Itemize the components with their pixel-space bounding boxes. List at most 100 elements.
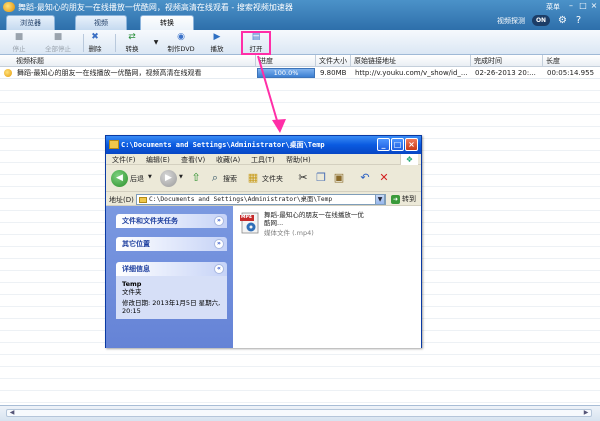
stop-icon: ■ [14, 32, 24, 42]
app-titlebar: 舞蹈-最知心的朋友一在线播放一优酷网，视频高清在线观看 - 搜索视频加速器 菜单… [0, 0, 600, 31]
forward-dropdown-icon[interactable]: ▼ [179, 174, 183, 180]
cut-icon[interactable]: ✂ [296, 171, 310, 185]
go-button[interactable]: ➜ 转到 [391, 194, 416, 205]
folders-button-label[interactable]: 文件夹 [262, 174, 283, 184]
search-button-label[interactable]: 搜索 [223, 174, 237, 184]
panel-tasks-title: 文件和文件夹任务 [122, 217, 178, 225]
search-icon[interactable]: ⌕ [208, 171, 222, 185]
maximize-icon[interactable]: □ [578, 1, 588, 10]
tab-browser-label: 浏览器 [20, 19, 41, 27]
menu-view[interactable]: 查看(V) [181, 155, 205, 165]
dvd-icon: ◉ [177, 32, 185, 42]
close-icon[interactable]: × [589, 1, 599, 10]
collapse-chevron-icon[interactable]: » [214, 216, 224, 226]
play-button[interactable]: ▶ 播放 [199, 32, 235, 54]
convert-dropdown[interactable]: ▼ [150, 32, 160, 54]
explorer-maximize-icon[interactable]: □ [391, 138, 404, 151]
address-input[interactable]: C:\Documents and Settings\Administrator\… [136, 194, 386, 205]
table-header: 视频标题 进度 文件大小 原始链接地址 完成时间 长度 [0, 55, 600, 67]
address-folder-icon [139, 197, 147, 203]
file-name: 舞蹈-最知心的朋友一在线播放一优酷网... [264, 211, 364, 227]
tab-convert-label: 转换 [160, 19, 174, 27]
explorer-close-icon[interactable]: × [405, 138, 418, 151]
column-finished[interactable]: 完成时间 [471, 55, 543, 67]
paste-icon[interactable]: ▣ [332, 171, 346, 185]
menu-favorites[interactable]: 收藏(A) [216, 155, 240, 165]
panel-details: 详细信息 « Temp 文件夹 修改日期: 2013年1月5日 星期六, 20:… [116, 262, 227, 319]
task-pane: 文件和文件夹任务 » 其它位置 » 详细信息 « Temp 文件夹 修改日期: … [106, 206, 233, 348]
app-logo-icon [3, 2, 15, 12]
copy-icon[interactable]: ❐ [314, 171, 328, 185]
play-icon: ▶ [213, 32, 221, 42]
panel-details-header[interactable]: 详细信息 « [116, 262, 227, 276]
cell-finished: 02-26-2013 20:... [475, 69, 536, 77]
help-icon[interactable]: ? [573, 15, 584, 26]
stop-button[interactable]: ■ 停止 [1, 32, 37, 54]
column-size[interactable]: 文件大小 [316, 55, 351, 67]
explorer-minimize-icon[interactable]: _ [377, 138, 390, 151]
app-title: 舞蹈-最知心的朋友一在线播放一优酷网，视频高清在线观看 - 搜索视频加速器 [18, 3, 293, 12]
gear-icon[interactable]: ⚙ [557, 15, 568, 26]
delete-icon: ✖ [91, 32, 99, 42]
stop-all-button[interactable]: ■ 全部停止 [37, 32, 79, 54]
address-bar: 地址(D) C:\Documents and Settings\Administ… [106, 192, 421, 206]
go-arrow-icon: ➜ [391, 194, 400, 204]
explorer-title: C:\Documents and Settings\Administrator\… [121, 141, 325, 149]
menu-help[interactable]: 帮助(H) [286, 155, 311, 165]
panel-tasks: 文件和文件夹任务 » [116, 214, 227, 228]
open-button-highlight [241, 31, 271, 55]
column-length[interactable]: 长度 [543, 55, 600, 67]
panel-details-title: 详细信息 [122, 265, 150, 273]
scroll-right-icon[interactable]: ▶ [582, 410, 590, 416]
explorer-window: C:\Documents and Settings\Administrator\… [105, 135, 422, 348]
tab-browser[interactable]: 浏览器 [6, 15, 55, 30]
column-title[interactable]: 视频标题 [0, 55, 256, 67]
panel-details-body: Temp 文件夹 修改日期: 2013年1月5日 星期六, 20:15 [116, 276, 227, 319]
back-button-label[interactable]: 后退 [130, 174, 144, 184]
video-detect-label: 视频探测 [497, 17, 525, 25]
stop-all-icon: ■ [53, 32, 63, 42]
video-detect-toggle[interactable]: ON [532, 15, 550, 26]
back-arrow-icon[interactable]: ◀ [111, 170, 128, 187]
forward-arrow-icon[interactable]: ▶ [160, 170, 177, 187]
panel-tasks-header[interactable]: 文件和文件夹任务 » [116, 214, 227, 228]
delete-button[interactable]: ✖ 删除 [77, 32, 113, 54]
panel-places: 其它位置 » [116, 237, 227, 251]
progress-text: 100.0% [273, 69, 299, 77]
menu-file[interactable]: 文件(F) [112, 155, 136, 165]
delete-x-icon[interactable]: ✕ [377, 171, 391, 185]
minimize-icon[interactable]: – [566, 1, 576, 10]
explorer-toolbar: ◀ 后退 ▼ ▶ ▼ ⇧ ⌕ 搜索 ▦ 文件夹 ✂ ❐ ▣ ↶ ✕ [106, 165, 421, 192]
folders-icon[interactable]: ▦ [246, 171, 260, 185]
tab-video[interactable]: 视频 [75, 15, 127, 30]
expand-chevron-icon[interactable]: » [214, 239, 224, 249]
menu-edit[interactable]: 编辑(E) [146, 155, 170, 165]
back-dropdown-icon[interactable]: ▼ [148, 174, 152, 180]
scroll-left-icon[interactable]: ◀ [8, 410, 16, 416]
address-label: 地址(D) [109, 196, 134, 204]
column-progress[interactable]: 进度 [256, 55, 316, 67]
up-folder-icon[interactable]: ⇧ [189, 171, 203, 185]
column-url[interactable]: 原始链接地址 [351, 55, 471, 67]
panel-places-header[interactable]: 其它位置 » [116, 237, 227, 251]
undo-icon[interactable]: ↶ [358, 171, 372, 185]
convert-icon: ⇄ [128, 32, 136, 42]
cell-length: 00:05:14.955 [547, 69, 595, 77]
chevron-down-icon: ▼ [153, 39, 159, 46]
make-dvd-button[interactable]: ◉ 制作DVD [163, 32, 199, 54]
cell-size: 9.80MB [320, 69, 347, 77]
stop-label: 停止 [12, 45, 26, 53]
menu-tools[interactable]: 工具(T) [251, 155, 275, 165]
horizontal-scrollbar[interactable]: ◀ ▶ [6, 409, 592, 417]
main-menu-button[interactable]: 菜单 [546, 2, 560, 12]
make-dvd-label: 制作DVD [167, 45, 195, 53]
cell-title: 舞蹈-最知心的朋友一在线播放一优酷网，视频高清在线观看 [17, 69, 202, 77]
detail-name: Temp [122, 280, 142, 288]
stop-all-label: 全部停止 [45, 45, 71, 53]
address-dropdown-icon[interactable]: ▼ [375, 194, 385, 205]
convert-button[interactable]: ⇄ 转换 [114, 32, 150, 54]
status-bar: ◀ ▶ [0, 405, 600, 421]
tab-convert[interactable]: 转换 [140, 15, 194, 31]
collapse-up-chevron-icon[interactable]: « [214, 264, 224, 274]
table-row[interactable]: 舞蹈-最知心的朋友一在线播放一优酷网，视频高清在线观看 100.0% 9.80M… [0, 67, 600, 79]
